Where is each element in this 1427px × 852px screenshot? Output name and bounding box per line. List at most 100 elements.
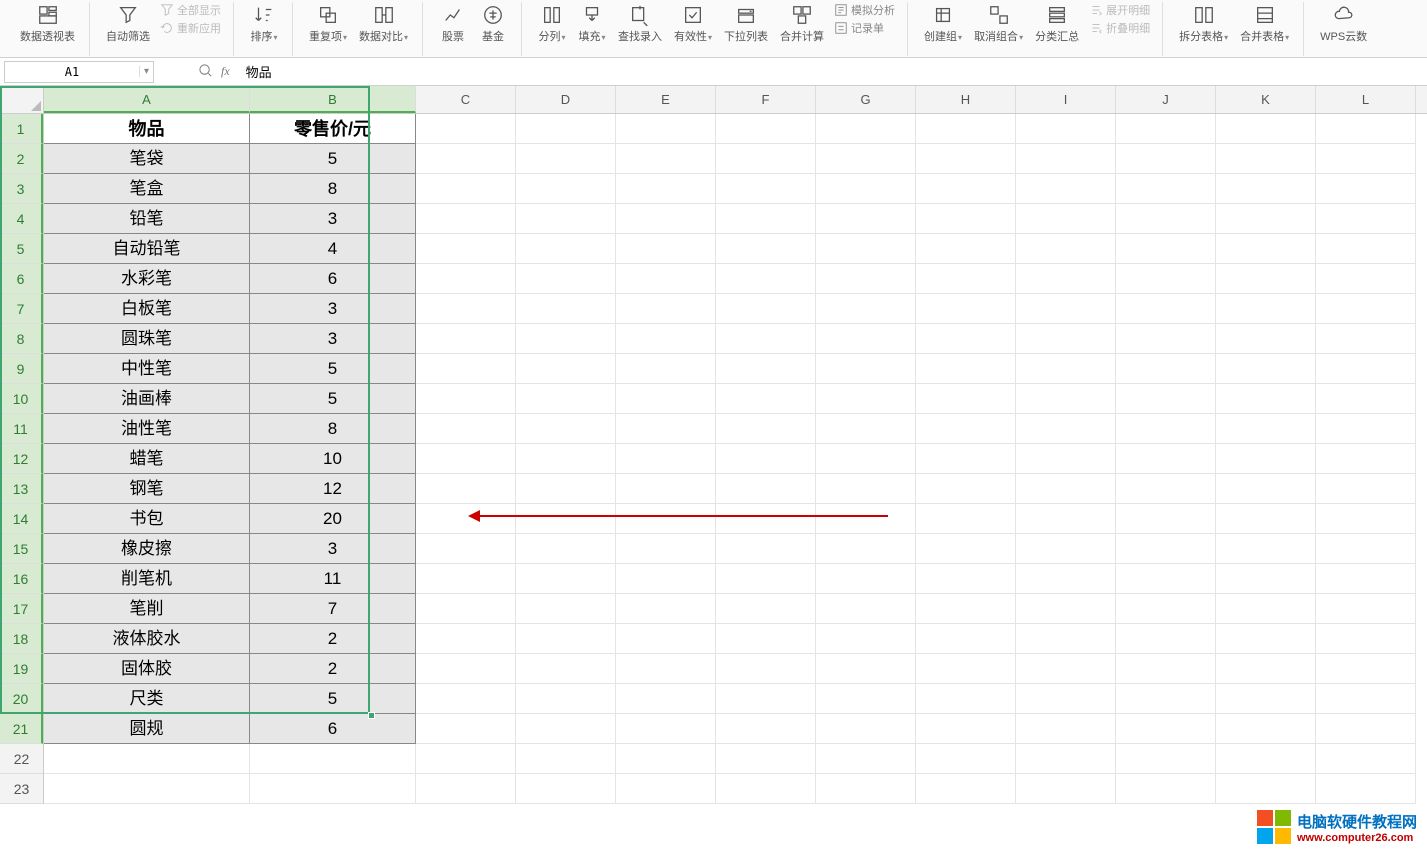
cell-F17[interactable]: [716, 594, 816, 624]
cell-D23[interactable]: [516, 774, 616, 804]
cell-L4[interactable]: [1316, 204, 1416, 234]
cell-L19[interactable]: [1316, 654, 1416, 684]
cell-A11[interactable]: 油性笔: [44, 414, 250, 444]
cell-I16[interactable]: [1016, 564, 1116, 594]
cell-G14[interactable]: [816, 504, 916, 534]
row-header-13[interactable]: 13: [0, 474, 43, 504]
cell-G9[interactable]: [816, 354, 916, 384]
cell-J19[interactable]: [1116, 654, 1216, 684]
cell-J10[interactable]: [1116, 384, 1216, 414]
cell-H12[interactable]: [916, 444, 1016, 474]
cell-K18[interactable]: [1216, 624, 1316, 654]
cell-F15[interactable]: [716, 534, 816, 564]
cell-H1[interactable]: [916, 114, 1016, 144]
cell-C2[interactable]: [416, 144, 516, 174]
cell-E6[interactable]: [616, 264, 716, 294]
consolidate-button[interactable]: 合并计算: [774, 2, 830, 46]
dropdown-list-button[interactable]: 下拉列表: [718, 2, 774, 46]
cell-F18[interactable]: [716, 624, 816, 654]
cell-G15[interactable]: [816, 534, 916, 564]
cell-C7[interactable]: [416, 294, 516, 324]
cell-F5[interactable]: [716, 234, 816, 264]
cell-G16[interactable]: [816, 564, 916, 594]
row-header-5[interactable]: 5: [0, 234, 43, 264]
row-header-7[interactable]: 7: [0, 294, 43, 324]
cell-E11[interactable]: [616, 414, 716, 444]
cell-H8[interactable]: [916, 324, 1016, 354]
cell-F7[interactable]: [716, 294, 816, 324]
cell-G23[interactable]: [816, 774, 916, 804]
cell-F11[interactable]: [716, 414, 816, 444]
cell-H2[interactable]: [916, 144, 1016, 174]
cell-A6[interactable]: 水彩笔: [44, 264, 250, 294]
cell-C20[interactable]: [416, 684, 516, 714]
cell-L11[interactable]: [1316, 414, 1416, 444]
cell-I19[interactable]: [1016, 654, 1116, 684]
cell-E7[interactable]: [616, 294, 716, 324]
column-header-C[interactable]: C: [416, 86, 516, 113]
cell-E1[interactable]: [616, 114, 716, 144]
cell-I5[interactable]: [1016, 234, 1116, 264]
cell-A5[interactable]: 自动铅笔: [44, 234, 250, 264]
cell-C23[interactable]: [416, 774, 516, 804]
cell-F8[interactable]: [716, 324, 816, 354]
cell-H5[interactable]: [916, 234, 1016, 264]
cell-H22[interactable]: [916, 744, 1016, 774]
cell-C15[interactable]: [416, 534, 516, 564]
cell-J14[interactable]: [1116, 504, 1216, 534]
simulation-analysis-button[interactable]: 模拟分析: [834, 2, 895, 18]
cell-J20[interactable]: [1116, 684, 1216, 714]
cell-J7[interactable]: [1116, 294, 1216, 324]
cell-K9[interactable]: [1216, 354, 1316, 384]
cell-E15[interactable]: [616, 534, 716, 564]
cell-D11[interactable]: [516, 414, 616, 444]
cell-B10[interactable]: 5: [250, 384, 416, 414]
cell-A22[interactable]: [44, 744, 250, 774]
pivot-table-button[interactable]: 数据透视表: [14, 2, 81, 46]
row-header-15[interactable]: 15: [0, 534, 43, 564]
cell-F20[interactable]: [716, 684, 816, 714]
cell-J5[interactable]: [1116, 234, 1216, 264]
cell-F16[interactable]: [716, 564, 816, 594]
cell-D22[interactable]: [516, 744, 616, 774]
cell-J18[interactable]: [1116, 624, 1216, 654]
cell-K1[interactable]: [1216, 114, 1316, 144]
row-header-6[interactable]: 6: [0, 264, 43, 294]
cell-L9[interactable]: [1316, 354, 1416, 384]
fund-button[interactable]: 基金: [473, 2, 513, 46]
cell-C6[interactable]: [416, 264, 516, 294]
row-header-1[interactable]: 1: [0, 114, 43, 144]
cell-K8[interactable]: [1216, 324, 1316, 354]
subtotal-button[interactable]: 分类汇总: [1029, 2, 1085, 46]
cell-I2[interactable]: [1016, 144, 1116, 174]
cell-E2[interactable]: [616, 144, 716, 174]
cell-E14[interactable]: [616, 504, 716, 534]
cell-J9[interactable]: [1116, 354, 1216, 384]
cell-H4[interactable]: [916, 204, 1016, 234]
cell-E18[interactable]: [616, 624, 716, 654]
cell-E13[interactable]: [616, 474, 716, 504]
cell-K14[interactable]: [1216, 504, 1316, 534]
cell-I9[interactable]: [1016, 354, 1116, 384]
cell-C16[interactable]: [416, 564, 516, 594]
text-to-columns-button[interactable]: 分列: [532, 2, 572, 46]
name-box[interactable]: A1 ▾: [4, 61, 154, 83]
cell-L2[interactable]: [1316, 144, 1416, 174]
cell-E17[interactable]: [616, 594, 716, 624]
cell-D19[interactable]: [516, 654, 616, 684]
cell-D7[interactable]: [516, 294, 616, 324]
cell-I20[interactable]: [1016, 684, 1116, 714]
cell-E10[interactable]: [616, 384, 716, 414]
cell-A20[interactable]: 尺类: [44, 684, 250, 714]
cell-K21[interactable]: [1216, 714, 1316, 744]
row-header-8[interactable]: 8: [0, 324, 43, 354]
cell-J3[interactable]: [1116, 174, 1216, 204]
cell-F2[interactable]: [716, 144, 816, 174]
cell-L21[interactable]: [1316, 714, 1416, 744]
cell-I8[interactable]: [1016, 324, 1116, 354]
cell-F3[interactable]: [716, 174, 816, 204]
cell-H21[interactable]: [916, 714, 1016, 744]
cell-I17[interactable]: [1016, 594, 1116, 624]
cell-E16[interactable]: [616, 564, 716, 594]
fill-button[interactable]: 填充: [572, 2, 612, 46]
